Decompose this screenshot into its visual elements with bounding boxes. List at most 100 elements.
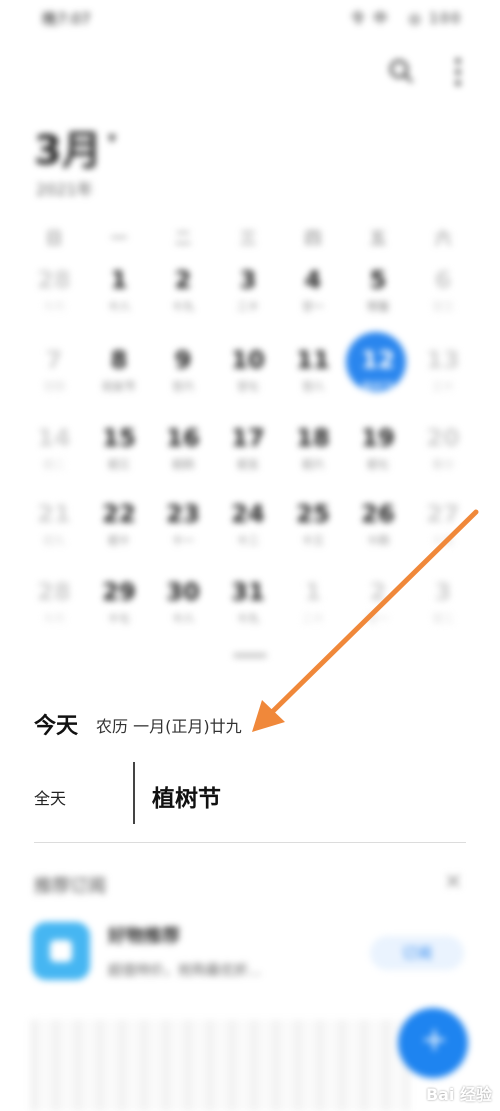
calendar-day[interactable]: 3 廿二	[413, 578, 473, 642]
calendar-day[interactable]: 16 初四	[153, 424, 213, 488]
day-lunar: 十一	[172, 534, 194, 547]
weekday-label: 一	[110, 229, 128, 249]
day-lunar: 十九	[237, 612, 259, 625]
day-number: 2	[369, 578, 387, 606]
calendar-day[interactable]: 24 十二	[218, 500, 278, 564]
day-lunar: 三十	[432, 380, 454, 393]
calendar-day[interactable]: 8 妇女节	[89, 346, 149, 410]
day-number: 30	[166, 578, 200, 606]
more-icon[interactable]	[452, 56, 464, 88]
calendar-area-blurred: 晚7:07 令 中 ◎ 100 3月 ▾ 2021年 日 一 二 三 四 五 六…	[0, 0, 500, 680]
chevron-down-icon[interactable]: ▾	[108, 128, 116, 147]
day-lunar: 十七	[108, 612, 130, 625]
add-icon: +	[421, 1020, 448, 1058]
day-number: 19	[361, 424, 395, 452]
day-lunar: 妇女节	[102, 380, 136, 393]
day-number: 15	[102, 424, 136, 452]
calendar-day[interactable]: 25 十三	[283, 500, 343, 564]
calendar-day[interactable]: 6 廿三	[413, 266, 473, 330]
month-title[interactable]: 3月	[34, 118, 102, 176]
day-lunar: 廿一	[302, 300, 324, 313]
calendar-day[interactable]: 10 廿七	[218, 346, 278, 410]
calendar-day[interactable]: 18 初六	[283, 424, 343, 488]
day-number: 20	[426, 424, 460, 452]
day-lunar: 春分	[432, 458, 454, 471]
day-number: 13	[426, 346, 460, 374]
drag-handle[interactable]	[233, 653, 267, 658]
calendar-day[interactable]: 21 初九	[24, 500, 84, 564]
weekday-label: 五	[369, 229, 387, 249]
calendar-day[interactable]: 13 三十	[413, 346, 473, 410]
calendar-day[interactable]: 28 十六	[24, 578, 84, 642]
day-number: 16	[166, 424, 200, 452]
day-lunar: 十八	[108, 300, 130, 313]
calendar-day[interactable]: 7 廿四	[24, 346, 84, 410]
day-number: 11	[296, 346, 330, 374]
subscribe-button[interactable]: 订阅	[370, 936, 464, 970]
day-number: 28	[37, 578, 71, 606]
day-lunar: 十六	[43, 612, 65, 625]
day-number: 24	[231, 500, 265, 528]
day-lunar: 初五	[237, 458, 259, 471]
calendar-day[interactable]: 29 十七	[89, 578, 149, 642]
day-lunar: 廿四	[43, 380, 65, 393]
day-number: 1	[304, 578, 322, 606]
weekday-label: 二	[174, 229, 192, 249]
day-number: 29	[102, 578, 136, 606]
calendar-day[interactable]: 9 廿六	[153, 346, 213, 410]
calendar-day[interactable]: 2 十九	[153, 266, 213, 330]
day-number: 17	[231, 424, 265, 452]
lunar-date: 农历 一月(正月)廿九	[96, 717, 242, 736]
calendar-day[interactable]: 27 十五	[413, 500, 473, 564]
app-icon	[32, 922, 90, 980]
day-number: 27	[426, 500, 460, 528]
recommended-area-blurred: 推荐订阅 ✕ 好物推荐 超值特价，抢购最优折... 订阅 +	[0, 850, 500, 1111]
day-number: 7	[45, 346, 63, 374]
calendar-day[interactable]: 17 初五	[218, 424, 278, 488]
day-lunar: 廿一	[367, 612, 389, 625]
calendar-day[interactable]: 4 廿一	[283, 266, 343, 330]
calendar-day[interactable]: 28 十六	[24, 266, 84, 330]
calendar-day[interactable]: 23 十一	[153, 500, 213, 564]
calendar-day[interactable]: 2 廿一	[348, 578, 408, 642]
event-time: 全天	[34, 789, 67, 808]
calendar-day[interactable]: 20 春分	[413, 424, 473, 488]
status-bar: 晚7:07 令 中 ◎ 100	[0, 0, 500, 40]
weekday-label: 六	[434, 229, 452, 249]
calendar-day[interactable]: 11 廿八	[283, 346, 343, 410]
calendar-day[interactable]: 15 初三	[89, 424, 149, 488]
day-lunar: 十六	[43, 300, 65, 313]
app-name: 好物推荐	[108, 926, 180, 947]
calendar-day[interactable]: 30 十八	[153, 578, 213, 642]
calendar-day-today[interactable]: 12 植树节	[346, 332, 408, 410]
day-number: 3	[239, 266, 257, 294]
day-lunar: 十五	[432, 534, 454, 547]
day-lunar: 初九	[43, 534, 65, 547]
calendar-day[interactable]: 19 初七	[348, 424, 408, 488]
day-lunar: 十四	[367, 534, 389, 547]
calendar-day[interactable]: 1 二十	[283, 578, 343, 642]
day-lunar: 十八	[172, 612, 194, 625]
search-icon[interactable]	[388, 58, 414, 84]
day-lunar: 十二	[237, 534, 259, 547]
today-heading: 今天	[34, 714, 79, 739]
day-lunar: 初七	[367, 458, 389, 471]
day-lunar: 初十	[108, 534, 130, 547]
day-number: 10	[231, 346, 265, 374]
calendar-day[interactable]: 31 十九	[218, 578, 278, 642]
calendar-day[interactable]: 3 二十	[218, 266, 278, 330]
day-number: 12	[361, 346, 395, 374]
day-number: 22	[102, 500, 136, 528]
calendar-day[interactable]: 14 初二	[24, 424, 84, 488]
calendar-day[interactable]: 26 十四	[348, 500, 408, 564]
close-icon[interactable]: ✕	[444, 870, 462, 895]
calendar-day[interactable]: 1 十八	[89, 266, 149, 330]
list-placeholder	[30, 1020, 410, 1111]
day-number: 14	[37, 424, 71, 452]
event-title[interactable]: 植树节	[152, 779, 221, 813]
weekday-label: 三	[239, 229, 257, 249]
day-number: 31	[231, 578, 265, 606]
day-number: 9	[174, 346, 192, 374]
calendar-day[interactable]: 22 初十	[89, 500, 149, 564]
calendar-day[interactable]: 5 惊蛰	[348, 266, 408, 330]
